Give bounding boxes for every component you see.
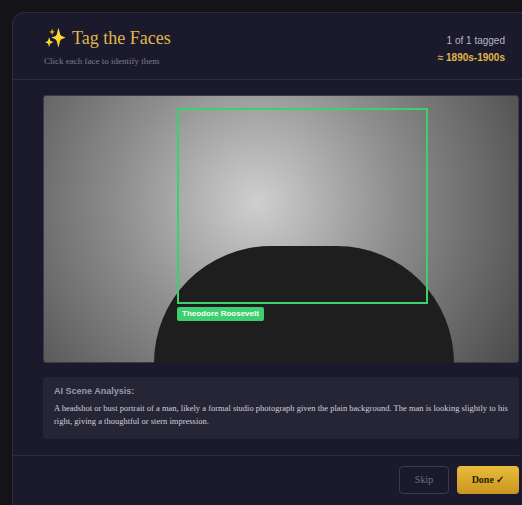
face-label[interactable]: Theodore Roosevelt: [177, 307, 264, 321]
sparkle-icon: ✨: [44, 27, 66, 49]
analysis-title: AI Scene Analysis:: [54, 385, 508, 399]
header-titles: ✨ Tag the Faces Click each face to identif…: [44, 27, 171, 69]
portrait-photo: Theodore Roosevelt: [43, 95, 519, 363]
dialog-header: ✨ Tag the Faces Click each face to identif…: [13, 13, 522, 80]
tag-faces-dialog: ✨ Tag the Faces Click each face to identif…: [12, 12, 522, 505]
dialog-footer: Skip Done ✓: [13, 455, 519, 494]
header-status: 1 of 1 tagged ≈ 1890s-1900s: [438, 27, 505, 69]
dialog-title: Tag the Faces: [72, 27, 171, 49]
face-box[interactable]: [177, 108, 428, 304]
title-row: ✨ Tag the Faces: [44, 27, 171, 49]
dialog-body: Theodore Roosevelt AI Scene Analysis: A he…: [13, 80, 522, 439]
photo-shading: [154, 246, 454, 363]
tagged-count: 1 of 1 tagged: [447, 33, 505, 48]
dialog-subtitle: Click each face to identify them: [44, 55, 171, 69]
era-label: ≈ 1890s-1900s: [438, 50, 505, 65]
analysis-text: A headshot or bust portrait of a man, li…: [54, 402, 508, 428]
done-button[interactable]: Done ✓: [457, 466, 519, 494]
skip-button[interactable]: Skip: [399, 466, 449, 494]
scene-analysis: AI Scene Analysis: A headshot or bust por…: [43, 377, 519, 439]
